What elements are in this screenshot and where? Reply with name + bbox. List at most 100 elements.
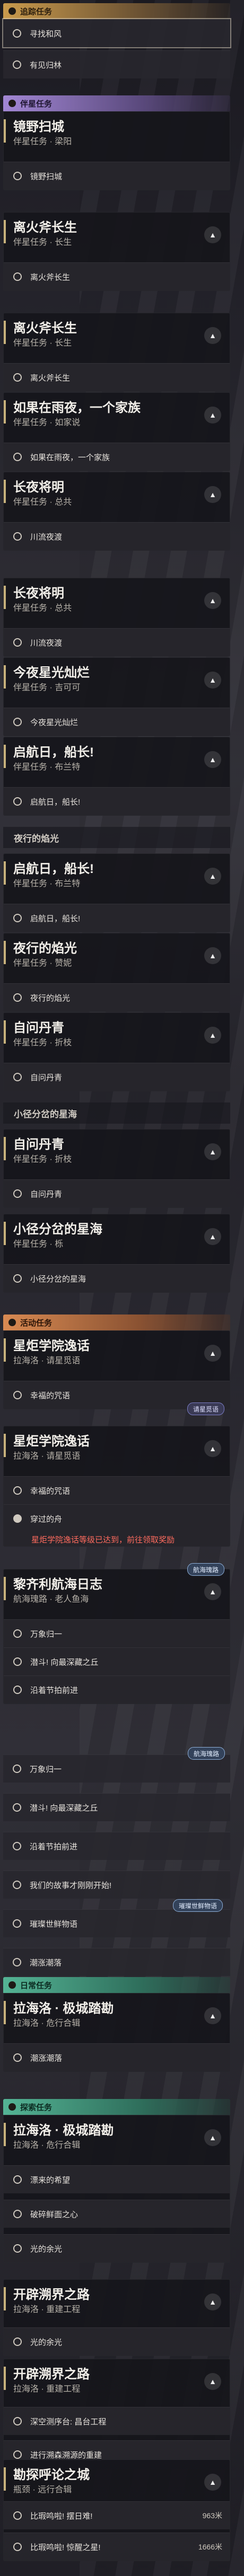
quest-card[interactable]: 自问丹青 伴星任务 · 折枝 ▲ 自问丹青 <box>3 1012 230 1091</box>
objective-item[interactable]: 镜野扫城 <box>4 162 230 190</box>
objective-item[interactable]: 潜斗! 向最深藏之丘 <box>4 1647 230 1675</box>
quest-card[interactable]: 长夜将明 伴星任务 · 总共 ▲ 川流夜渡 <box>3 578 230 657</box>
objective-item[interactable]: 今夜星光灿烂 <box>4 708 230 736</box>
quest-card[interactable]: 拉海洛 · 极城踏勘 拉海洛 · 危行合辑 ▲ 潮涨潮落 <box>3 1993 230 2072</box>
exploration-header: 探索任务 <box>3 2099 230 2115</box>
objective-item[interactable]: 深空测序台: 昌台工程 <box>4 2407 230 2435</box>
quest-card[interactable]: 开辟溯界之路 拉海洛 · 重建工程 ▲ 深空测序台: 昌台工程 进行溯森溯源的重建 <box>3 2359 230 2469</box>
quest-card[interactable]: 开辟溯界之路 拉海洛 · 重建工程 ▲ 光的余光 <box>3 2279 230 2356</box>
quest-card[interactable]: 星炬学院逸话 拉海洛 · 请星觅语 ▲ 幸福的咒语 穿过的舟 星炬学院逸话等级已达到… <box>3 1426 230 1547</box>
objective-item[interactable]: 沿着节拍前进 <box>4 1675 230 1704</box>
objective-item[interactable]: 启航日，船长! <box>4 787 230 815</box>
quest-card[interactable]: 自问丹青 伴星任务 · 折枝 ▲ 自问丹青 <box>3 1129 230 1208</box>
collapse-chevron-icon[interactable]: ▲ <box>204 2129 221 2146</box>
quest-card[interactable]: 今夜星光灿烂 伴星任务 · 吉可可 ▲ 今夜星光灿烂 <box>3 657 230 736</box>
companion-section: 伴星任务 镜野扫城 伴星任务 · 梁阳 镜野扫城 <box>3 95 230 190</box>
objective-item[interactable]: 有见归林 <box>3 50 230 78</box>
objective-icon <box>13 373 22 382</box>
quest-card[interactable]: 小径分岔的星海 伴星任务 · 栎 ▲ 小径分岔的星海 <box>3 1214 230 1293</box>
objective-icon <box>13 60 21 69</box>
objective-item[interactable]: 万象归一 <box>4 1619 230 1647</box>
objective-label: 光的余光 <box>30 2244 63 2254</box>
quest-card[interactable]: 启航日，船长! 伴星任务 · 布兰特 ▲ 启航日，船长! <box>3 737 230 816</box>
quest-subtitle: 伴星任务 · 总共 <box>13 498 72 507</box>
collapse-chevron-icon[interactable]: ▲ <box>204 1440 221 1457</box>
objective-item[interactable]: 沿着节拍前进 <box>3 1832 230 1860</box>
objective-item[interactable]: 穿过的舟 <box>4 1504 230 1532</box>
objective-item[interactable]: 潜斗! 向最深藏之丘 <box>3 1793 230 1821</box>
quest-subtitle: 拉海洛 · 请星觅语 <box>13 1356 81 1365</box>
objective-icon <box>13 2511 22 2520</box>
collapse-chevron-icon[interactable]: ▲ <box>204 1345 221 1362</box>
collapse-chevron-icon[interactable]: ▲ <box>204 1027 221 1044</box>
collapse-chevron-icon[interactable]: ▲ <box>204 327 221 344</box>
collapse-chevron-icon[interactable]: ▲ <box>204 2474 221 2491</box>
star-icon <box>8 100 16 107</box>
collapse-chevron-icon[interactable]: ▲ <box>204 2373 221 2390</box>
objective-item[interactable]: 潮涨潮落 <box>3 1948 230 1976</box>
objective-item[interactable]: 比瑕鸣啦! 摆日难! 963米 <box>4 2501 230 2529</box>
objective-item[interactable]: 寻找和风 <box>2 18 231 48</box>
objective-item[interactable]: 光的余光 <box>4 2234 230 2262</box>
objective-item[interactable]: 光的余光 <box>4 2327 230 2356</box>
objective-item[interactable]: 如果在雨夜，一个家族 <box>4 443 230 471</box>
objective-label: 自问丹青 <box>30 1189 63 1199</box>
objective-item[interactable]: 破碎鲜面之心 <box>4 2200 230 2228</box>
quest-card[interactable]: 启航日，船长! 伴星任务 · 布兰特 ▲ 启航日，船长! <box>3 853 230 932</box>
objective-icon <box>13 2450 22 2459</box>
collapse-chevron-icon[interactable]: ▲ <box>204 486 221 503</box>
collapse-chevron-icon[interactable]: ▲ <box>204 868 221 885</box>
collapse-chevron-icon[interactable]: ▲ <box>204 1228 221 1245</box>
objective-item[interactable]: 幸福的咒语 <box>4 1476 230 1504</box>
exploration-label: 探索任务 <box>20 2103 53 2112</box>
quest-subtitle: 拉海洛 · 重建工程 <box>13 2385 81 2394</box>
reward-warning[interactable]: 星炬学院逸话等级已达到，前往领取奖励 <box>4 1532 230 1546</box>
objective-item[interactable]: 川流夜渡 <box>4 522 230 550</box>
quest-title: 夜行的焰光 <box>13 941 77 956</box>
objective-item[interactable]: 自问丹青 <box>4 1179 230 1207</box>
quest-card[interactable]: 离火斧长生 伴星任务 · 长生 ▲ 离火斧长生 <box>3 313 230 392</box>
quest-card[interactable]: 镜野扫城 伴星任务 · 梁阳 镜野扫城 <box>3 111 230 190</box>
objective-item[interactable]: 自问丹青 <box>4 1063 230 1091</box>
collapse-chevron-icon[interactable]: ▲ <box>204 226 221 243</box>
objective-item[interactable]: 川流夜渡 <box>4 628 230 656</box>
quest-subtitle: 航海瑰路 · 老人鱼海 <box>13 1595 89 1604</box>
objective-item[interactable]: 我们的故事才刚刚开始! <box>3 1871 230 1899</box>
objective-label: 漂来的希望 <box>30 2175 71 2185</box>
objective-icon <box>13 718 22 726</box>
quest-card[interactable]: 夜行的焰光 伴星任务 · 赞妮 ▲ 夜行的焰光 <box>3 933 230 1012</box>
quest-card[interactable]: 离火斧长生 伴星任务 · 长生 ▲ 离火斧长生 <box>3 212 230 291</box>
distance-label: 963米 <box>202 2511 222 2520</box>
collapse-chevron-icon[interactable]: ▲ <box>204 2007 221 2024</box>
objective-item[interactable]: 离火斧长生 <box>4 262 230 290</box>
quest-card[interactable]: 如果在雨夜，一个家族 伴星任务 · 如家说 ▲ 如果在雨夜，一个家族 <box>3 392 230 471</box>
objective-item[interactable]: 漂来的希望 <box>4 2165 230 2193</box>
event-badge: 璀璨世鲜物语 <box>172 1899 223 1912</box>
quest-title: 自问丹青 <box>13 1021 64 1035</box>
quest-card[interactable]: 航海瑰路 黎齐利航海日志 航海瑰路 · 老人鱼海 ▲ 万象归一 潜斗! 向最深藏之丘… <box>3 1563 230 1704</box>
quest-card[interactable]: 长夜将明 伴星任务 · 总共 ▲ 川流夜渡 <box>3 472 230 551</box>
collapse-chevron-icon[interactable]: ▲ <box>204 407 221 424</box>
objective-item[interactable]: 潮涨潮落 <box>4 2043 230 2071</box>
objective-label: 沿着节拍前进 <box>30 1842 78 1851</box>
collapse-chevron-icon[interactable]: ▲ <box>204 751 221 768</box>
quest-card[interactable]: 拉海洛 · 极城踏勘 拉海洛 · 危行合辑 ▲ 漂来的希望 破碎鲜面之心 光的余光 <box>3 2115 230 2263</box>
objective-item[interactable]: 离火斧长生 <box>4 363 230 391</box>
collapse-chevron-icon[interactable]: ▲ <box>204 1583 221 1600</box>
collapse-chevron-icon[interactable]: ▲ <box>204 592 221 609</box>
collapse-chevron-icon[interactable]: ▲ <box>204 947 221 964</box>
faded-quest-title: 小径分岔的星海 <box>3 1102 230 1124</box>
collapse-chevron-icon[interactable]: ▲ <box>204 1143 221 1160</box>
objective-item[interactable]: 比瑕鸣啦! 惊醒之星! 1666米 <box>4 2533 230 2561</box>
objective-label: 今夜星光灿烂 <box>30 718 79 727</box>
objective-item[interactable]: 小径分岔的星海 <box>4 1264 230 1292</box>
objective-item[interactable]: 夜行的焰光 <box>4 983 230 1011</box>
event-label: 活动任务 <box>20 1318 53 1328</box>
collapse-chevron-icon[interactable]: ▲ <box>204 672 221 689</box>
objective-item[interactable]: 启航日，船长! <box>4 904 230 932</box>
objective-item[interactable]: 璀璨世鲜物语 璀璨世鲜物语 <box>3 1899 230 1937</box>
collapse-chevron-icon[interactable]: ▲ <box>204 2293 221 2310</box>
quest-card[interactable]: 勘探呼论之城 瓶颈 · 远行合辑 ▲ 比瑕鸣啦! 摆日难! 963米 比瑕鸣啦! 惊醒… <box>3 2459 230 2561</box>
objective-label: 夜行的焰光 <box>30 993 71 1003</box>
quest-card[interactable]: 星炬学院逸话 拉海洛 · 请星觅语 ▲ 幸福的咒语 请星觅语 <box>3 1330 230 1415</box>
